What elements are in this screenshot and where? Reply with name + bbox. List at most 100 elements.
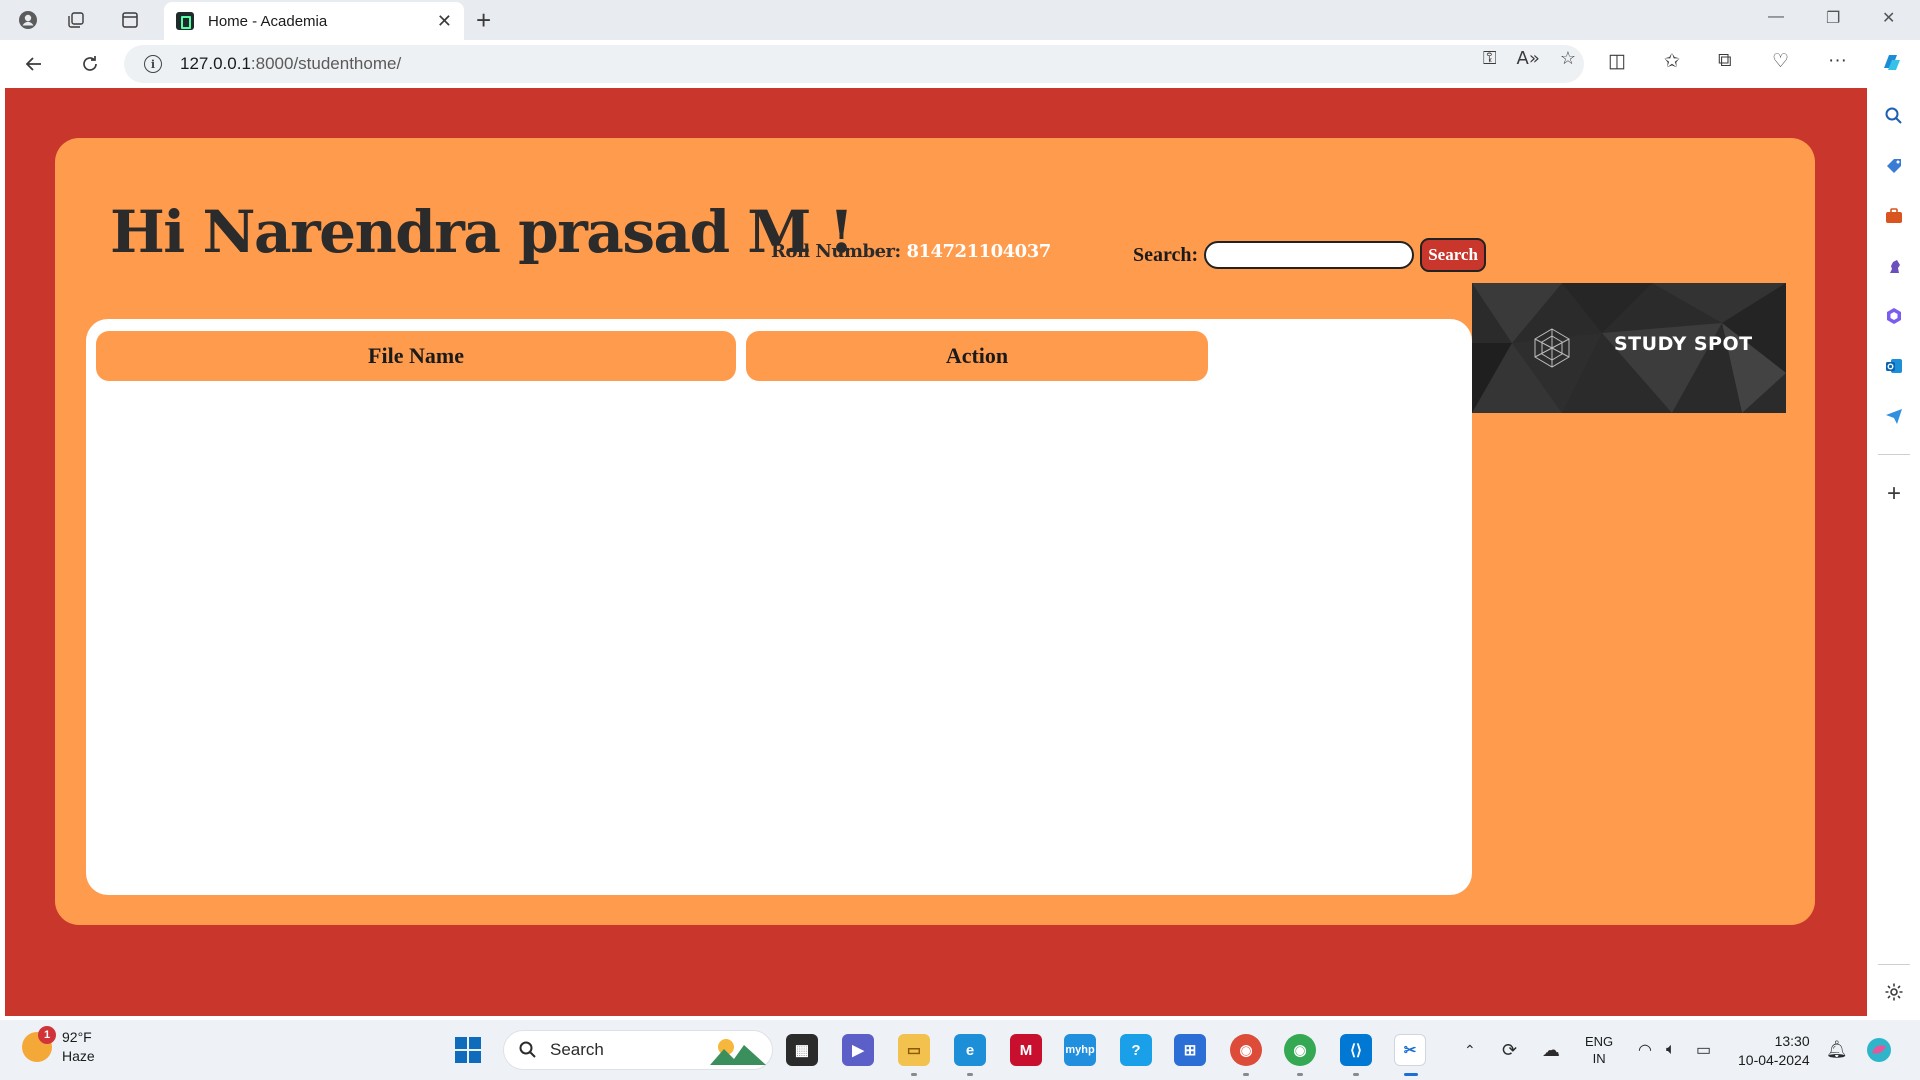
clock-date: 10-04-2024 xyxy=(1738,1052,1810,1068)
browser-tab-bar: Home - Academia ✕ + — ❐ ✕ xyxy=(0,0,1920,40)
input-language[interactable]: ENG IN xyxy=(1585,1033,1613,1067)
copilot-taskbar-icon[interactable] xyxy=(1864,1020,1894,1080)
back-icon[interactable] xyxy=(20,50,48,78)
sidebar-search-icon[interactable] xyxy=(1880,102,1908,130)
copilot-icon[interactable] xyxy=(1878,48,1906,76)
running-indicator xyxy=(1353,1073,1359,1076)
site-info-icon[interactable]: i xyxy=(144,55,162,73)
show-hidden-icons-icon[interactable]: ⌃ xyxy=(1464,1020,1476,1080)
student-home-card: Hi Narendra prasad M ! Roll Number: 8147… xyxy=(55,138,1815,925)
favorite-star-icon[interactable]: ☆ xyxy=(1560,48,1576,69)
mcafee-icon[interactable]: M xyxy=(1010,1034,1042,1066)
hp-support-icon[interactable]: ? xyxy=(1120,1034,1152,1066)
teams-chat-icon[interactable]: ▶ xyxy=(842,1034,874,1066)
microsoft-store-icon[interactable]: ⊞ xyxy=(1174,1034,1206,1066)
study-spot-logo-text: STUDY SPOT xyxy=(1614,333,1753,355)
workspaces-icon[interactable] xyxy=(62,6,90,34)
more-menu-icon[interactable]: ··· xyxy=(1828,50,1847,72)
taskbar-search-box[interactable]: Search xyxy=(503,1030,773,1070)
edge-browser-icon[interactable]: e xyxy=(954,1034,986,1066)
profile-icon[interactable] xyxy=(14,6,42,34)
favorites-icon[interactable]: ✩ xyxy=(1664,50,1680,73)
system-clock[interactable]: 13:30 10-04-2024 xyxy=(1738,1032,1810,1070)
sidebar-games-icon[interactable] xyxy=(1880,252,1908,280)
sidebar-m365-icon[interactable] xyxy=(1880,302,1908,330)
search-button[interactable]: Search xyxy=(1420,238,1486,272)
myhp-icon[interactable]: myhp xyxy=(1064,1034,1096,1066)
language-secondary: IN xyxy=(1592,1051,1606,1066)
edge-sidebar: + xyxy=(1868,88,1920,1020)
restore-icon[interactable]: ❐ xyxy=(1826,8,1840,28)
roll-number-line: Roll Number: 814721104037 xyxy=(771,241,1051,262)
clock-time: 13:30 xyxy=(1774,1033,1810,1049)
wifi-icon[interactable]: ◠ xyxy=(1638,1020,1652,1080)
sidebar-settings-icon[interactable] xyxy=(1880,978,1908,1006)
weather-temperature: 92°F xyxy=(62,1029,92,1045)
address-toolbar: i 127.0.0.1:8000/studenthome/ ⚿ A» ☆ ◫ ✩… xyxy=(0,40,1920,88)
table-header-action: Action xyxy=(746,331,1208,381)
snipping-tool-icon[interactable]: ✂ xyxy=(1394,1034,1426,1066)
new-tab-icon[interactable]: + xyxy=(476,6,491,34)
sidebar-divider-bottom xyxy=(1878,964,1910,965)
sidebar-divider xyxy=(1878,454,1910,455)
academia-favicon-icon xyxy=(176,12,194,30)
active-app-indicator xyxy=(1404,1073,1418,1076)
study-spot-banner: STUDY SPOT xyxy=(1472,283,1786,413)
sidebar-send-icon[interactable] xyxy=(1880,402,1908,430)
password-key-icon[interactable]: ⚿ xyxy=(1483,48,1497,69)
weather-widget[interactable]: 1 92°F Haze xyxy=(22,1026,95,1066)
task-view-icon[interactable]: ▦ xyxy=(786,1034,818,1066)
vertical-tabs-icon[interactable] xyxy=(116,6,144,34)
weather-haze-icon: 1 xyxy=(22,1026,56,1062)
url-host: 127.0.0.1 xyxy=(180,54,251,73)
chrome-profile-2-icon[interactable]: ◉ xyxy=(1284,1034,1316,1066)
search-input[interactable] xyxy=(1204,241,1415,269)
url-path: :8000/studenthome/ xyxy=(250,54,402,73)
sidebar-shopping-icon[interactable] xyxy=(1880,152,1908,180)
chrome-profile-1-icon[interactable]: ◉ xyxy=(1230,1034,1262,1066)
roll-number-value: 814721104037 xyxy=(906,241,1051,262)
language-primary: ENG xyxy=(1585,1034,1614,1049)
onedrive-cloud-icon[interactable]: ☁ xyxy=(1542,1020,1560,1080)
refresh-icon[interactable] xyxy=(76,50,104,78)
start-button-icon[interactable] xyxy=(452,1034,484,1066)
roll-number-label: Roll Number: xyxy=(771,241,901,262)
sync-icon[interactable]: ⟳ xyxy=(1502,1020,1517,1080)
sidebar-tools-icon[interactable] xyxy=(1880,202,1908,230)
search-label: Search: xyxy=(1133,243,1199,266)
collections-icon[interactable]: ⧉ xyxy=(1718,50,1732,72)
page-viewport: Hi Narendra prasad M ! Roll Number: 8147… xyxy=(5,88,1867,1016)
read-aloud-icon[interactable]: A» xyxy=(1517,48,1540,69)
vscode-icon[interactable]: ⟨⟩ xyxy=(1340,1034,1372,1066)
windows-taskbar: 1 92°F Haze Search ▦ ▶ ▭ e M myhp ? ⊞ ◉ … xyxy=(0,1020,1920,1080)
running-indicator xyxy=(911,1073,917,1076)
search-highlight-icon xyxy=(710,1039,766,1065)
table-header-file-name: File Name xyxy=(96,331,736,381)
minimize-icon[interactable]: — xyxy=(1768,8,1784,26)
taskbar-search-label: Search xyxy=(550,1040,604,1059)
close-tab-icon[interactable]: ✕ xyxy=(437,11,452,32)
sidebar-add-icon[interactable]: + xyxy=(1880,480,1908,508)
notifications-bell-icon[interactable]: 🔔︎ xyxy=(1826,1020,1848,1080)
volume-icon[interactable]: 🔈︎ xyxy=(1666,1020,1676,1080)
sidebar-outlook-icon[interactable] xyxy=(1880,352,1908,380)
close-window-icon[interactable]: ✕ xyxy=(1882,8,1895,28)
running-indicator xyxy=(1243,1073,1249,1076)
running-indicator xyxy=(1297,1073,1303,1076)
battery-icon[interactable]: ▭ xyxy=(1696,1020,1711,1080)
url-field[interactable]: i 127.0.0.1:8000/studenthome/ xyxy=(124,45,1584,83)
split-screen-icon[interactable]: ◫ xyxy=(1608,50,1626,73)
taskbar-search-icon xyxy=(519,1041,536,1058)
running-indicator xyxy=(967,1073,973,1076)
files-table: File Name Action xyxy=(86,319,1472,895)
url-tools: ⚿ A» ☆ xyxy=(1483,48,1576,69)
greeting-heading: Hi Narendra prasad M ! xyxy=(110,198,854,266)
study-spot-logo-icon xyxy=(1534,328,1570,368)
browser-essentials-icon[interactable]: ♡ xyxy=(1772,50,1789,73)
active-tab[interactable]: Home - Academia ✕ xyxy=(164,2,464,40)
file-explorer-icon[interactable]: ▭ xyxy=(898,1034,930,1066)
search-form: Search: Search xyxy=(1133,238,1486,272)
weather-badge: 1 xyxy=(38,1026,56,1044)
tab-title: Home - Academia xyxy=(208,12,328,30)
weather-text: 92°F Haze xyxy=(62,1028,95,1066)
